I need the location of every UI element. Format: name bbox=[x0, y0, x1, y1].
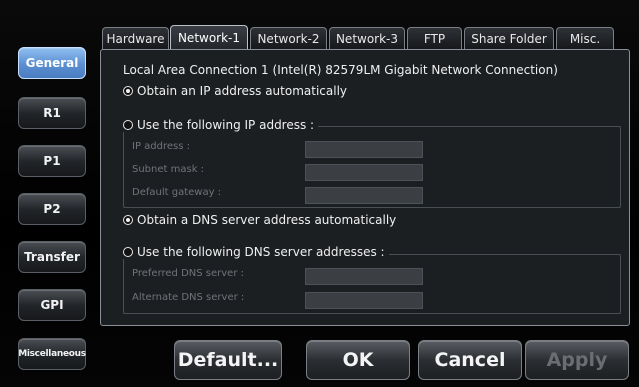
default-button[interactable]: Default... bbox=[174, 340, 282, 380]
dns-manual-option[interactable]: Use the following DNS server addresses : bbox=[123, 245, 389, 259]
default-gateway-field[interactable] bbox=[305, 187, 423, 204]
subnet-mask-field[interactable] bbox=[305, 164, 423, 181]
dns-auto-label: Obtain a DNS server address automaticall… bbox=[137, 213, 397, 227]
ip-manual-radio[interactable] bbox=[123, 120, 133, 130]
dns-auto-option[interactable]: Obtain a DNS server address automaticall… bbox=[123, 213, 396, 227]
settings-window: General R1 P1 P2 Transfer GPI Miscellane… bbox=[0, 0, 639, 387]
ip-auto-option[interactable]: Obtain an IP address automatically bbox=[123, 84, 347, 98]
preferred-dns-field[interactable] bbox=[305, 268, 423, 285]
dns-auto-radio[interactable] bbox=[123, 215, 133, 225]
preferred-dns-label: Preferred DNS server : bbox=[132, 268, 244, 279]
tab-share-folder[interactable]: Share Folder bbox=[464, 27, 554, 49]
sidebar-item-gpi[interactable]: GPI bbox=[18, 289, 86, 321]
tab-network-2[interactable]: Network-2 bbox=[250, 27, 327, 49]
ip-auto-label: Obtain an IP address automatically bbox=[137, 84, 348, 98]
sidebar-item-transfer[interactable]: Transfer bbox=[18, 241, 86, 273]
tab-network-1[interactable]: Network-1 bbox=[170, 25, 248, 49]
dns-manual-label: Use the following DNS server addresses : bbox=[137, 245, 385, 259]
sidebar-item-general[interactable]: General bbox=[18, 47, 86, 79]
subnet-mask-label: Subnet mask : bbox=[132, 164, 205, 175]
ip-address-label: IP address : bbox=[132, 141, 190, 152]
ip-address-field[interactable] bbox=[305, 141, 423, 158]
apply-button: Apply bbox=[525, 340, 629, 380]
ip-manual-label: Use the following IP address : bbox=[137, 118, 315, 132]
ip-auto-radio[interactable] bbox=[123, 86, 133, 96]
sidebar-item-p2[interactable]: P2 bbox=[18, 193, 86, 225]
tab-ftp[interactable]: FTP bbox=[407, 27, 462, 49]
ip-manual-option[interactable]: Use the following IP address : bbox=[123, 118, 319, 132]
sidebar-item-r1[interactable]: R1 bbox=[18, 97, 86, 129]
tab-hardware[interactable]: Hardware bbox=[102, 27, 169, 49]
ok-button[interactable]: OK bbox=[306, 340, 410, 380]
cancel-button[interactable]: Cancel bbox=[418, 340, 522, 380]
tab-misc[interactable]: Misc. bbox=[556, 27, 614, 49]
dns-manual-radio[interactable] bbox=[123, 247, 133, 257]
alternate-dns-label: Alternate DNS server : bbox=[132, 292, 245, 303]
alternate-dns-field[interactable] bbox=[305, 292, 423, 309]
default-gateway-label: Default gateway : bbox=[132, 187, 222, 198]
sidebar-item-miscellaneous[interactable]: Miscellaneous bbox=[18, 338, 86, 370]
sidebar-item-p1[interactable]: P1 bbox=[18, 145, 86, 177]
connection-title: Local Area Connection 1 (Intel(R) 82579L… bbox=[123, 63, 558, 77]
tab-network-3[interactable]: Network-3 bbox=[329, 27, 405, 49]
